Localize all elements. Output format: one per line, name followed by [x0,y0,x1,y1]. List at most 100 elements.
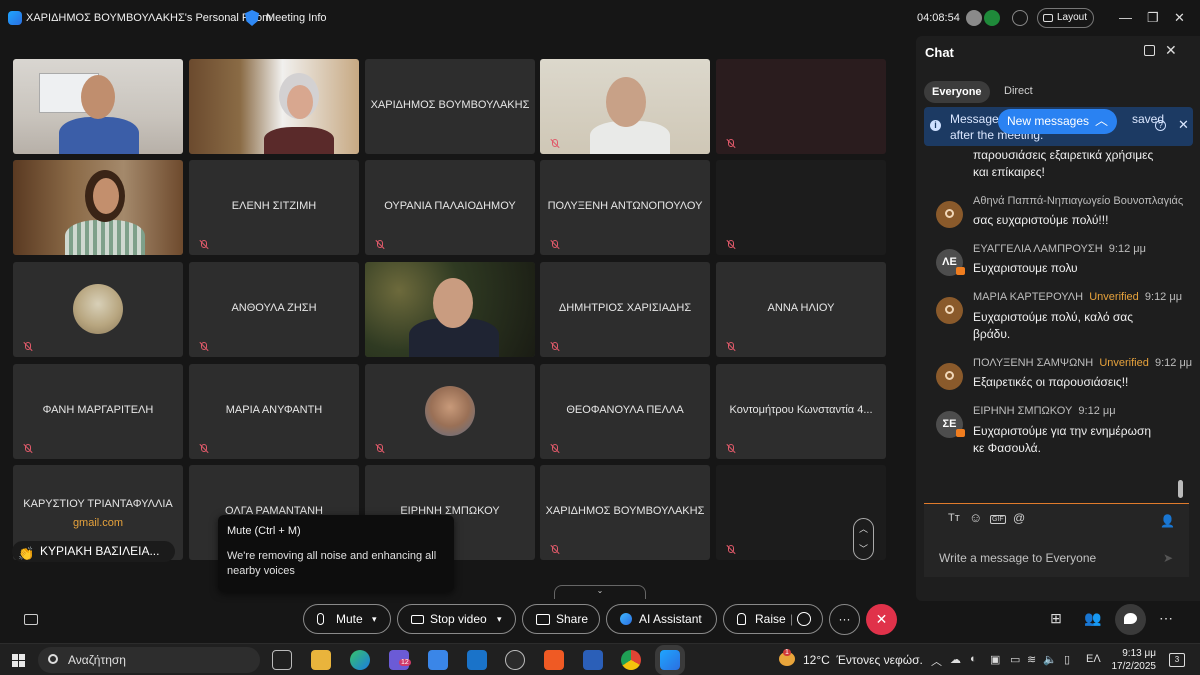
chat-scrollbar[interactable] [1178,480,1183,498]
windows-start-icon[interactable] [12,654,25,667]
weather-icon[interactable]: 1 [779,649,795,666]
participant-tile[interactable] [716,59,886,154]
grid-page-scroller[interactable]: ︿ ﹀ [853,518,874,560]
sender-avatar[interactable] [936,297,963,324]
participant-tile[interactable]: ΑΝΝΑ ΗΛΙΟΥ [716,262,886,357]
chevron-down-icon[interactable]: ▾ [372,605,377,633]
webex-taskbar-icon[interactable] [660,650,680,670]
notifications-icon[interactable]: 3 [1169,653,1185,667]
share-button[interactable]: Share [522,604,600,634]
mention-person-icon[interactable]: 👤 [1160,514,1175,528]
network-health-icon[interactable] [984,10,1000,26]
zoom-icon[interactable] [1012,10,1028,26]
send-icon[interactable]: ➤ [1163,551,1173,565]
system-tray-icon[interactable]: ◐ [970,653,977,665]
word-icon[interactable] [583,650,603,670]
outlook-icon[interactable] [467,650,487,670]
reactions-icon[interactable] [797,612,811,626]
chrome-icon[interactable] [621,650,641,670]
system-tray-icon[interactable]: ▭ [1010,653,1020,666]
recording-indicator-icon[interactable] [966,10,982,26]
file-explorer-icon[interactable] [311,650,331,670]
collapse-video-strip-button[interactable]: ⌄ [554,585,646,599]
participant-name: ΜΑΡΙΑ ΑΝΥΦΑΝΤΗ [225,404,323,416]
maximize-button[interactable]: ❐ [1147,10,1159,26]
gif-icon[interactable]: GIF [990,515,1006,524]
wifi-icon[interactable]: ≋ [1027,653,1036,666]
close-window-button[interactable]: ✕ [1174,10,1185,26]
participant-tile[interactable] [13,59,183,154]
mention-at-icon[interactable]: @ [1013,511,1025,525]
taskbar-clock[interactable]: 9:13 μμ 17/2/2025 [1110,647,1157,673]
apps-icon[interactable]: ⊞ [1047,610,1065,628]
edge-browser-icon[interactable] [350,650,370,670]
participant-tile[interactable]: ΜΑΡΙΑ ΑΝΥΦΑΝΤΗ [189,364,359,459]
participant-tile[interactable]: ΘΕΟΦΑΝΟΥΛΑ ΠΕΛΛΑ [540,364,710,459]
sender-avatar[interactable] [936,201,963,228]
participant-tile[interactable]: ΧΑΡΙΔΗΜΟΣ ΒΟΥΜΒΟΥΛΑΚΗΣ [365,59,535,154]
participant-name: ΘΕΟΦΑΝΟΥΛΑ ΠΕΛΛΑ [566,404,684,416]
participant-tile[interactable] [189,59,359,154]
more-panels-icon[interactable]: ⋯ [1157,610,1175,628]
volume-icon[interactable]: 🔈 [1043,653,1057,666]
raise-hand-button[interactable]: Raise | [723,604,823,634]
layout-button[interactable]: Layout [1037,8,1094,28]
new-messages-button[interactable]: New messages ︿ [998,109,1117,134]
chevron-down-icon[interactable]: ﹀ [854,539,873,559]
emoji-icon[interactable]: ☺ [969,510,982,525]
participant-tile[interactable]: ΕΛΕΝΗ ΣΙΤΖΙΜΗ [189,160,359,255]
task-view-icon[interactable] [272,650,292,670]
stop-video-button[interactable]: Stop video ▾ [397,604,516,634]
more-options-button[interactable]: ··· [829,604,860,635]
chat-input[interactable]: Write a message to Everyone [939,551,1096,565]
participant-tile[interactable]: ΦΑΝΗ ΜΑΡΓΑΡΙΤΕΛΗ [13,364,183,459]
ai-assistant-button[interactable]: AI Assistant [606,604,717,634]
participant-tile[interactable]: Κοντομήτρου Κωνσταντία 4... [716,364,886,459]
chat-button[interactable] [1115,604,1146,635]
text-format-icon[interactable]: Tт [948,512,960,524]
tab-everyone[interactable]: Everyone [924,81,990,103]
meeting-info-link[interactable]: Meeting Info [266,12,327,24]
sender-avatar[interactable]: ΣΕ [936,411,965,438]
participants-icon[interactable]: 👥 [1084,610,1102,628]
mute-button[interactable]: Mute ▾ [303,604,391,634]
sender-avatar[interactable]: ΛΕ [936,249,965,276]
participant-tile[interactable] [365,364,535,459]
message-sender-line: ΕΥΑΓΓΕΛΙΑ ΛΑΜΠΡΟΥΣΗ 9:12 μμ [973,243,1146,255]
participant-tile[interactable]: ΔΗΜΗΤΡΙΟΣ ΧΑΡΙΣΙΑΔΗΣ [540,262,710,357]
chevron-down-icon[interactable]: ▾ [497,605,502,633]
cloud-icon[interactable]: ☁ [950,653,961,666]
brave-browser-icon[interactable] [544,650,564,670]
weather-widget[interactable]: 12°C Έντονες νεφώσ. [803,653,923,667]
participant-tile[interactable] [13,160,183,255]
minimize-button[interactable]: — [1119,10,1132,25]
taskbar-search-input[interactable]: Αναζήτηση [38,647,260,673]
show-hidden-icons-chevron-icon[interactable]: ︿ [931,653,942,669]
participant-tile[interactable] [540,59,710,154]
chevron-up-icon[interactable]: ︿ [854,519,873,539]
leave-meeting-button[interactable]: ✕ [866,604,897,635]
help-icon[interactable]: ? [1155,120,1166,131]
tab-direct[interactable]: Direct [1004,85,1033,97]
dismiss-notice-icon[interactable]: ✕ [1178,117,1189,133]
store-icon[interactable] [428,650,448,670]
teams-icon[interactable]: 12 [389,650,411,670]
participant-tile[interactable]: ΟΥΡΑΝΙΑ ΠΑΛΑΙΟΔΗΜΟΥ [365,160,535,255]
participant-tile[interactable] [13,262,183,357]
mute-tooltip: Mute (Ctrl + M) We're removing all noise… [218,515,454,592]
system-tray-icon[interactable]: ▣ [990,653,1000,666]
battery-icon[interactable]: ▯ [1064,653,1070,666]
participant-tile[interactable]: ΠΟΛΥΞΕΝΗ ΑΝΤΩΝΟΠΟΥΛΟΥ [540,160,710,255]
captions-icon[interactable] [24,614,38,625]
participant-tile[interactable] [716,160,886,255]
sender-avatar[interactable] [936,363,963,390]
dell-icon[interactable] [505,650,525,670]
participant-tile[interactable]: ΑΝΘΟΥΛΑ ΖΗΣΗ [189,262,359,357]
close-chat-icon[interactable]: ✕ [1165,42,1177,59]
popout-icon[interactable] [1144,45,1155,56]
language-indicator[interactable]: ΕΛ [1086,653,1101,665]
notice-text-start: Message [950,112,999,126]
participant-tile[interactable] [365,262,535,357]
message-sender-line: ΜΑΡΙΑ ΚΑΡΤΕΡΟΥΛΗ Unverified 9:12 μμ [973,291,1182,303]
participant-tile[interactable]: ΧΑΡΙΔΗΜΟΣ ΒΟΥΜΒΟΥΛΑΚΗΣ [540,465,710,560]
